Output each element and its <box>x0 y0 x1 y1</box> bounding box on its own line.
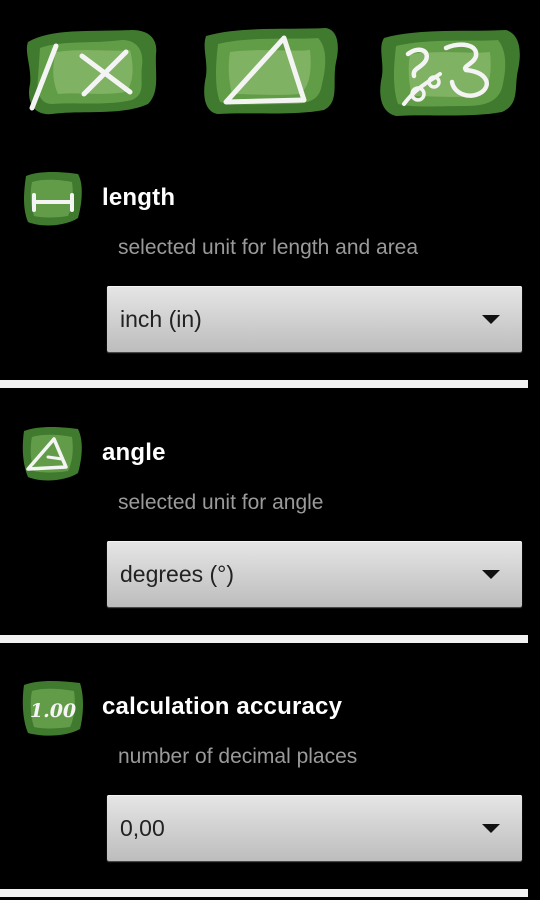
length-description: selected unit for length and area <box>118 236 419 259</box>
section-divider <box>0 380 528 388</box>
svg-text:1.00: 1.00 <box>30 700 76 722</box>
triangle-icon <box>204 28 338 114</box>
accuracy-title: calculation accuracy <box>102 693 343 720</box>
tab-calculator[interactable] <box>22 22 162 120</box>
angle-description: selected unit for angle <box>118 491 324 514</box>
accuracy-select[interactable]: 0,00 <box>107 795 522 861</box>
scale-ratio-icon <box>380 30 520 116</box>
angle-title: angle <box>102 439 166 466</box>
length-unit-value: inch (in) <box>120 306 202 332</box>
angle-unit-value: degrees (°) <box>120 561 235 587</box>
section-divider <box>0 635 528 643</box>
tab-triangle[interactable] <box>200 22 342 120</box>
angle-triangle-icon <box>22 423 84 485</box>
decimal-accuracy-icon: 1.00 <box>22 677 84 739</box>
length-title: length <box>102 184 176 211</box>
length-ruler-icon <box>22 168 84 230</box>
angle-unit-select[interactable]: degrees (°) <box>107 541 522 607</box>
dropdown-arrow-icon <box>482 570 500 579</box>
dropdown-arrow-icon <box>482 315 500 324</box>
accuracy-description: number of decimal places <box>118 745 358 768</box>
dropdown-arrow-icon <box>482 824 500 833</box>
length-unit-select[interactable]: inch (in) <box>107 286 522 352</box>
section-divider <box>0 889 528 897</box>
divide-multiply-icon <box>26 30 157 115</box>
tab-bar <box>0 0 540 140</box>
tab-settings[interactable] <box>374 22 524 120</box>
accuracy-value: 0,00 <box>120 815 165 841</box>
